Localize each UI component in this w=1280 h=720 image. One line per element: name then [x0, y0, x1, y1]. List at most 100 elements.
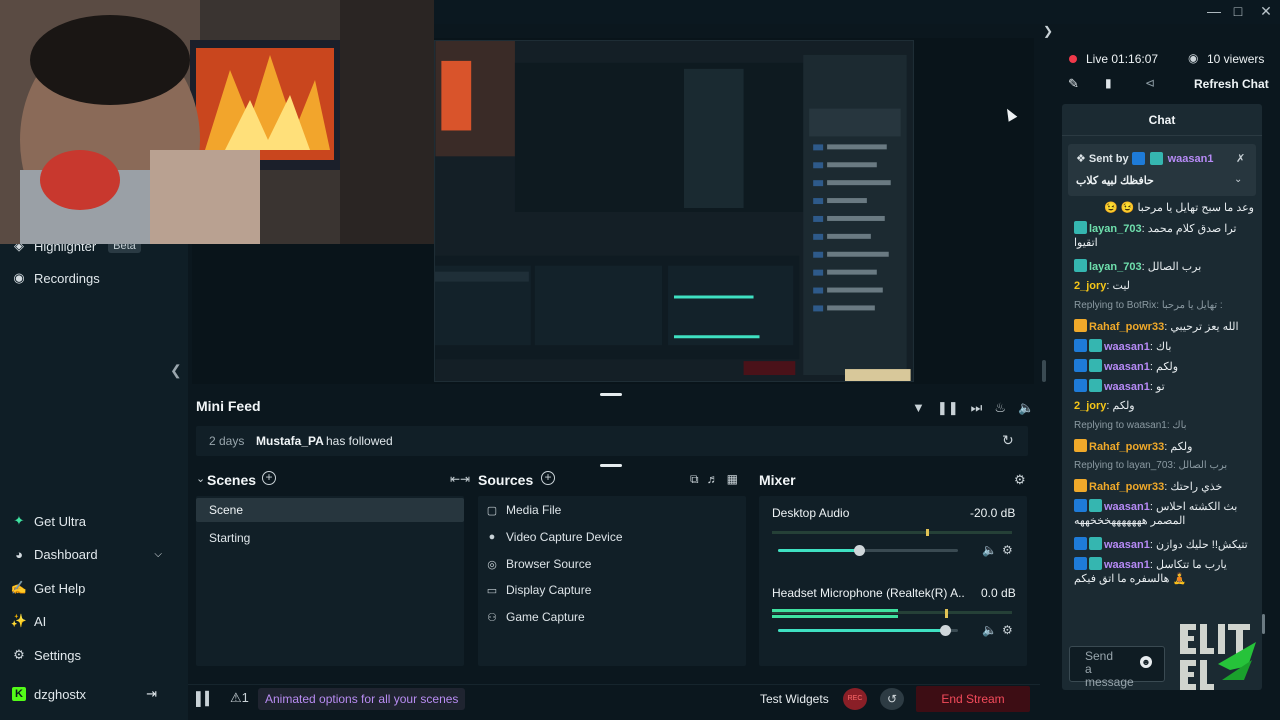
chat-message[interactable]: Rahaf_powr33: ولكم: [1074, 439, 1254, 454]
live-timer: Live 01:16:07: [1086, 52, 1159, 66]
source-item[interactable]: ⚇ Game Capture: [486, 607, 585, 627]
chat-username[interactable]: waasan1: [1104, 381, 1150, 393]
sidebar-item-ai[interactable]: ✨ AI: [11, 609, 46, 633]
badge-icon: [1074, 221, 1087, 234]
promo-banner[interactable]: Animated options for all your scenes: [258, 688, 466, 710]
mute-icon[interactable]: 🔈: [982, 543, 997, 557]
source-label: Browser Source: [506, 557, 592, 571]
folder-icon[interactable]: ▦: [727, 472, 738, 487]
audio-icon[interactable]: ♬: [707, 472, 719, 487]
scene-item-selected[interactable]: Scene: [196, 498, 464, 522]
end-stream-button[interactable]: End Stream: [916, 686, 1030, 712]
mixer-title: Mixer: [759, 472, 796, 488]
chat-username[interactable]: layan_703: [1089, 261, 1142, 273]
pinned-user: waasan1: [1167, 152, 1214, 165]
sidebar-item-recordings[interactable]: ◉ Recordings: [12, 266, 100, 290]
chat-username[interactable]: Rahaf_powr33: [1089, 481, 1164, 493]
maximize-icon[interactable]: □: [1224, 0, 1252, 24]
bell-icon[interactable]: ♨: [994, 400, 1006, 416]
source-group-icon[interactable]: ⧉: [690, 472, 699, 487]
source-item[interactable]: ▢ Media File: [486, 500, 562, 520]
chat-username[interactable]: waasan1: [1104, 559, 1150, 571]
volume-slider-thumb[interactable]: [854, 545, 865, 556]
source-item[interactable]: ◎ Browser Source: [486, 554, 591, 574]
monitor-icon: ▭: [486, 584, 498, 597]
camera-icon[interactable]: ▮: [1105, 76, 1112, 90]
source-item[interactable]: ▭ Display Capture: [486, 580, 592, 600]
resize-handle[interactable]: [600, 464, 622, 467]
source-item[interactable]: ● Video Capture Device: [486, 527, 623, 547]
chat-username[interactable]: Rahaf_powr33: [1089, 441, 1164, 453]
skip-icon[interactable]: ⏭: [971, 400, 983, 416]
chat-message[interactable]: 2_jory: ليت: [1074, 279, 1254, 293]
pause-icon[interactable]: ❚❚: [937, 400, 959, 416]
sidebar-item-get-help[interactable]: ✍ Get Help: [11, 576, 85, 600]
add-source-button[interactable]: +: [541, 471, 555, 485]
expand-chat-icon[interactable]: ❯: [1043, 24, 1053, 38]
filter-icon[interactable]: ▼: [912, 400, 925, 416]
refresh-chat-button[interactable]: Refresh Chat: [1194, 77, 1269, 91]
dashboard-icon: ◕: [15, 546, 23, 562]
scene-transition-icon[interactable]: ⇤⇥: [450, 472, 470, 486]
replay-icon[interactable]: ↻: [1002, 432, 1014, 449]
emoji-icon[interactable]: ☻: [1140, 656, 1152, 668]
chat-username[interactable]: layan_703: [1089, 223, 1142, 235]
pencil-icon[interactable]: ✎: [1068, 76, 1079, 92]
stats-icon[interactable]: ▌▍: [196, 691, 215, 707]
chat-username[interactable]: 2_jory: [1074, 400, 1106, 412]
badge-icon: [1149, 152, 1163, 165]
chat-message[interactable]: waasan1: ولكم: [1074, 359, 1254, 374]
chat-scrollbar[interactable]: [1262, 614, 1265, 634]
chat-message[interactable]: waasan1: بث الكشته احلاس المصمر هههههههخ…: [1074, 499, 1254, 528]
replay-buffer-icon[interactable]: ↺: [880, 688, 904, 710]
logout-icon[interactable]: ⇥: [146, 686, 157, 702]
pinned-message[interactable]: ❖ Sent by waasan1 ✗ حافظك لبيه كلاب ⌄: [1068, 144, 1256, 196]
sidebar-item-label: Recordings: [34, 270, 100, 286]
chat-message[interactable]: 2_jory: ولكم: [1074, 399, 1254, 413]
chat-message[interactable]: Rahaf_powr33: خذي راحتك: [1074, 479, 1254, 494]
channel-settings-icon[interactable]: ⚙: [1002, 623, 1013, 637]
chat-message[interactable]: Rahaf_powr33: الله يعز ترحيبي: [1074, 319, 1254, 334]
chat-message[interactable]: layan_703: برب الصالل: [1074, 259, 1254, 274]
chat-username[interactable]: waasan1: [1104, 501, 1150, 513]
chat-text: ولكم: [1112, 400, 1135, 412]
channel-name: Headset Microphone (Realtek(R) A...: [772, 586, 964, 600]
unpin-icon[interactable]: ✗: [1236, 152, 1245, 165]
chat-message[interactable]: waasan1: تو: [1074, 379, 1254, 394]
rec-button[interactable]: REC: [843, 688, 867, 710]
collapse-sidebar-icon[interactable]: ❮: [170, 362, 182, 379]
badge-icon: [1131, 152, 1145, 165]
chat-message[interactable]: waasan1: يارب ما تتكاسل هالسفره ما اتق ف…: [1074, 557, 1254, 586]
resize-handle[interactable]: [600, 393, 622, 396]
mute-icon[interactable]: 🔈: [982, 623, 997, 637]
chat-username[interactable]: waasan1: [1104, 341, 1150, 353]
add-scene-button[interactable]: +: [262, 471, 276, 485]
chat-username[interactable]: waasan1: [1104, 361, 1150, 373]
sidebar-item-settings[interactable]: ⚙ Settings: [12, 643, 81, 667]
mixer-settings-icon[interactable]: ⚙: [1014, 472, 1026, 488]
event-user[interactable]: Mustafa_PA: [256, 434, 324, 448]
scene-item[interactable]: Starting: [196, 526, 464, 550]
share-icon[interactable]: ⊲: [1145, 76, 1155, 90]
channel-name: Desktop Audio: [772, 506, 850, 520]
channel-settings-icon[interactable]: ⚙: [1002, 543, 1013, 557]
resize-handle[interactable]: [1042, 360, 1046, 382]
chat-message[interactable]: layan_703: ترا صدق كلام محمد اتقيوا: [1074, 221, 1254, 250]
test-widgets-button[interactable]: Test Widgets: [760, 692, 829, 706]
volume-icon[interactable]: 🔈: [1018, 400, 1034, 416]
chat-username[interactable]: 2_jory: [1074, 280, 1106, 292]
viewer-count: 10 viewers: [1207, 52, 1265, 66]
sidebar-item-get-ultra[interactable]: ✦ Get Ultra: [12, 509, 86, 533]
peak-marker: [926, 529, 929, 536]
close-icon[interactable]: ✕: [1252, 0, 1280, 24]
chat-username[interactable]: Rahaf_powr33: [1089, 321, 1164, 333]
minifeed-controls: ▼ ❚❚ ⏭ ♨ 🔈: [912, 400, 1034, 416]
sidebar-item-dashboard[interactable]: ◕ Dashboard ⌵: [12, 542, 162, 566]
collapse-scenes-icon[interactable]: ⌄: [196, 472, 205, 485]
chat-message[interactable]: waasan1: تتيكش!! حليك دوازن: [1074, 537, 1254, 552]
chevron-down-icon[interactable]: ⌄: [1234, 174, 1242, 185]
chat-message[interactable]: waasan1: باك: [1074, 339, 1254, 354]
alert-icon[interactable]: ⚠1: [230, 690, 249, 706]
chat-username[interactable]: waasan1: [1104, 539, 1150, 551]
sidebar-user[interactable]: K dzghostx ⇥: [12, 682, 157, 706]
